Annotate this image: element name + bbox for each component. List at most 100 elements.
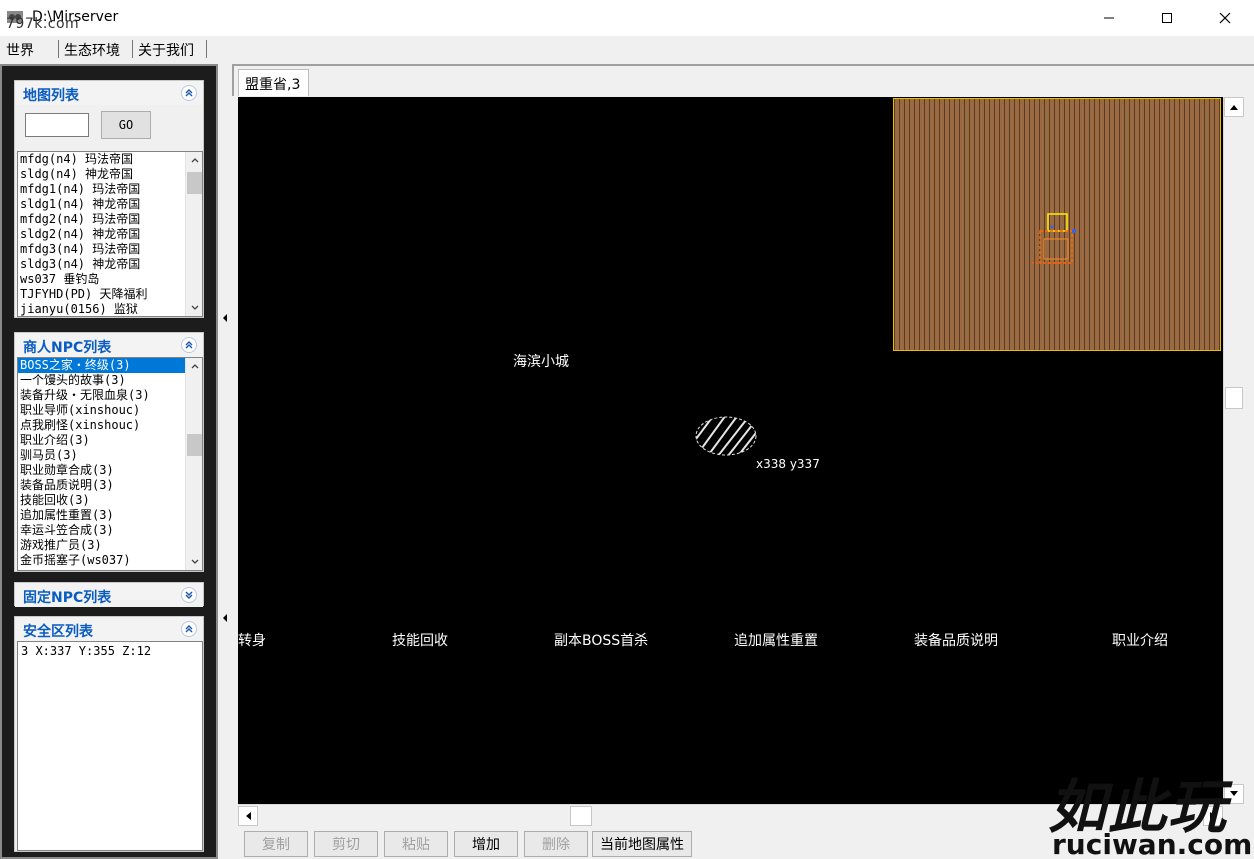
scroll-up-arrow[interactable] <box>1224 97 1244 117</box>
fixed-npc-panel: 固定NPC列表 <box>14 582 204 607</box>
npc-label: 职业介绍 <box>1112 633 1168 649</box>
merchant-npc-header[interactable]: 商人NPC列表 <box>15 333 203 357</box>
arrow-left-icon[interactable] <box>222 314 228 322</box>
map-list-item[interactable]: sldg2(n4) 神龙帝国 <box>18 227 202 242</box>
safe-zone-item[interactable]: 3 X:337 Y:355 Z:12 <box>18 642 202 660</box>
map-list-scrollbar[interactable] <box>185 152 202 316</box>
go-row: GO <box>15 105 203 149</box>
npc-list-item[interactable]: 追加属性重置(3) <box>18 508 202 523</box>
arrow-left-icon[interactable] <box>222 614 228 622</box>
menu-ecology[interactable]: 生态环境 <box>64 40 120 60</box>
minimize-icon <box>1104 17 1114 19</box>
arrow-up-icon <box>191 364 198 369</box>
panel-splitter[interactable] <box>218 64 232 859</box>
map-view[interactable]: 海滨小城 x338 y337 转身 技能回收 副本BOSS首杀 追加属性重置 装… <box>238 97 1223 804</box>
scroll-up-arrow[interactable] <box>186 152 202 168</box>
arrow-up-icon <box>1230 105 1238 110</box>
merchant-npc-panel: 商人NPC列表 BOSS之家・终级(3) 一个馒头的故事(3) 装备升级・无限血泉(… <box>14 332 204 572</box>
minimap-overlay <box>1032 213 1076 264</box>
npc-list-item[interactable]: 装备品质说明(3) <box>18 478 202 493</box>
map-list-item[interactable]: TJFYHD(PD) 天降福利 <box>18 287 202 302</box>
map-list-item[interactable]: mfdg3(n4) 玛法帝国 <box>18 242 202 257</box>
collapse-map-list-button[interactable] <box>181 85 197 101</box>
npc-list-item[interactable]: 一个馒头的故事(3) <box>18 373 202 388</box>
minimap[interactable] <box>893 98 1221 351</box>
maximize-button[interactable] <box>1138 0 1196 36</box>
scroll-left-arrow[interactable] <box>238 806 258 826</box>
npc-list-item[interactable]: 职业导师(xinshouc) <box>18 403 202 418</box>
map-list-item[interactable]: sldg3(n4) 神龙帝国 <box>18 257 202 272</box>
town-label: 海滨小城 <box>513 354 569 370</box>
chevron-up-icon <box>185 89 193 97</box>
map-list-item[interactable]: sldg(n4) 神龙帝国 <box>18 167 202 182</box>
scroll-up-arrow[interactable] <box>186 358 202 374</box>
npc-list-item[interactable]: 技能回收(3) <box>18 493 202 508</box>
maximize-icon <box>1162 13 1172 23</box>
npc-list-scrollbar[interactable] <box>185 358 202 570</box>
map-tab-strip: 盟重省,3 <box>232 64 1254 96</box>
chevron-down-icon <box>185 591 193 599</box>
map-list-item[interactable]: mfdg1(n4) 玛法帝国 <box>18 182 202 197</box>
fixed-npc-header[interactable]: 固定NPC列表 <box>15 583 203 607</box>
merchant-npc-title: 商人NPC列表 <box>23 340 112 356</box>
menu-world[interactable]: 世界 <box>6 40 34 60</box>
map-list-item[interactable]: mfdg(n4) 玛法帝国 <box>18 152 202 167</box>
npc-list-item[interactable]: 点我刷怪(xinshouc) <box>18 418 202 433</box>
scroll-thumb[interactable] <box>570 806 592 826</box>
watermark-url: 797k.com <box>6 16 80 32</box>
npc-list-item[interactable]: 幸运斗笠合成(3) <box>18 523 202 538</box>
map-list-title: 地图列表 <box>23 88 79 104</box>
scroll-down-arrow[interactable] <box>186 554 202 570</box>
map-list-item[interactable]: ws037 垂钓岛 <box>18 272 202 287</box>
minimize-button[interactable] <box>1080 0 1138 36</box>
npc-list-item[interactable]: 职业介绍(3) <box>18 433 202 448</box>
map-properties-button[interactable]: 当前地图属性 <box>592 831 692 857</box>
go-button[interactable]: GO <box>101 111 151 139</box>
npc-rows: BOSS之家・终级(3) 一个馒头的故事(3) 装备升级・无限血泉(3) 职业导师(x… <box>18 358 202 568</box>
map-list-header[interactable]: 地图列表 <box>15 81 203 105</box>
map-list-panel: 地图列表 GO mfdg(n4) 玛法帝国 sldg(n4) 神龙帝国 mfdg1(… <box>14 80 204 318</box>
npc-label: 追加属性重置 <box>734 633 818 649</box>
map-search-input[interactable] <box>25 113 89 137</box>
tab-map-mengzhong[interactable]: 盟重省,3 <box>238 69 310 96</box>
safe-zone-listbox[interactable]: 3 X:337 Y:355 Z:12 <box>17 641 203 851</box>
menu-separator <box>206 40 207 58</box>
npc-list-item[interactable]: 金币摇塞子(ws037) <box>18 553 202 568</box>
npc-list-item[interactable]: 驯马员(3) <box>18 448 202 463</box>
delete-button[interactable]: 删除 <box>524 831 588 857</box>
player-cursor-icon <box>695 416 757 456</box>
map-list-item[interactable]: mfdg2(n4) 玛法帝国 <box>18 212 202 227</box>
title-bar: D:\Mirserver 797k.com <box>0 0 1254 36</box>
scroll-thumb[interactable] <box>187 172 202 194</box>
scroll-down-arrow[interactable] <box>186 300 202 316</box>
copy-button[interactable]: 复制 <box>244 831 308 857</box>
menu-separator <box>132 40 133 58</box>
chevron-up-icon <box>185 625 193 633</box>
npc-list-item[interactable]: 职业勋章合成(3) <box>18 463 202 478</box>
map-list-item[interactable]: sldg1(n4) 神龙帝国 <box>18 197 202 212</box>
merchant-npc-listbox[interactable]: BOSS之家・终级(3) 一个馒头的故事(3) 装备升级・无限血泉(3) 职业导师(x… <box>17 357 203 571</box>
map-listbox[interactable]: mfdg(n4) 玛法帝国 sldg(n4) 神龙帝国 mfdg1(n4) 玛法帝国… <box>17 151 203 317</box>
left-panel: 地图列表 GO mfdg(n4) 玛法帝国 sldg(n4) 神龙帝国 mfdg1(… <box>0 64 218 859</box>
add-button[interactable]: 增加 <box>454 831 518 857</box>
scroll-thumb[interactable] <box>187 434 202 456</box>
map-vertical-scrollbar[interactable] <box>1223 97 1244 804</box>
npc-list-item[interactable]: 装备升级・无限血泉(3) <box>18 388 202 403</box>
menu-separator <box>58 40 59 58</box>
scroll-thumb[interactable] <box>1225 387 1243 409</box>
collapse-safe-zone-button[interactable] <box>181 621 197 637</box>
expand-fixed-npc-button[interactable] <box>181 587 197 603</box>
map-list-item[interactable]: jianyu(0156) 监狱 <box>18 302 202 316</box>
safe-zone-title: 安全区列表 <box>23 624 93 640</box>
safe-zone-header[interactable]: 安全区列表 <box>15 617 203 641</box>
paste-button[interactable]: 粘贴 <box>384 831 448 857</box>
close-button[interactable] <box>1196 0 1254 36</box>
arrow-down-icon <box>191 305 198 310</box>
npc-list-item-selected[interactable]: BOSS之家・终级(3) <box>18 358 202 373</box>
menu-bar: 世界 生态环境 关于我们 <box>0 36 1254 62</box>
cut-button[interactable]: 剪切 <box>314 831 378 857</box>
npc-list-item[interactable]: 游戏推广员(3) <box>18 538 202 553</box>
watermark-small-text: ruciwan.com <box>1052 828 1253 859</box>
collapse-merchant-button[interactable] <box>181 337 197 353</box>
menu-about[interactable]: 关于我们 <box>138 40 194 60</box>
